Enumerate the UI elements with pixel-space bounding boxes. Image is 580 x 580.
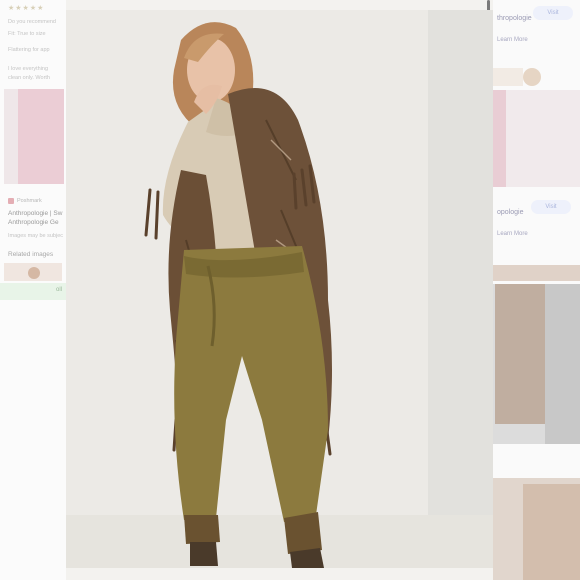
shawl-thumbnail[interactable] xyxy=(493,284,580,444)
related-images-heading: Related images xyxy=(8,251,54,258)
poshmark-icon xyxy=(8,198,14,204)
review-line: Fit: True to size xyxy=(8,31,46,37)
learn-more-link[interactable]: Learn More xyxy=(497,37,528,43)
result-thumbnail[interactable] xyxy=(493,90,580,187)
result-title[interactable]: opologie xyxy=(497,209,523,216)
shawl-thumbnail[interactable] xyxy=(493,478,580,580)
related-thumbnail[interactable] xyxy=(4,263,62,281)
green-action-bar[interactable]: oll xyxy=(0,283,66,300)
copyright-note: Images may be subjec xyxy=(8,233,64,239)
review-line: Do you recommend xyxy=(8,19,56,25)
source-title[interactable]: Anthropologie | Sw xyxy=(8,210,62,217)
review-line: clean only. Worth xyxy=(8,75,50,81)
rating-stars: ★★★★★ xyxy=(8,5,45,12)
result-title[interactable]: thropologie xyxy=(497,15,532,22)
related-thumbnail[interactable] xyxy=(493,265,580,281)
result-thumbnail[interactable] xyxy=(493,68,523,86)
right-results-panel: thropologie Visit Learn More opologie Vi… xyxy=(493,0,580,580)
source-name: Poshmark xyxy=(17,198,42,204)
result-thumbnail[interactable] xyxy=(4,89,64,184)
visit-button[interactable]: Visit xyxy=(533,6,573,20)
source-row[interactable]: Poshmark xyxy=(8,198,42,204)
review-line: I love everything xyxy=(8,66,49,72)
avatar xyxy=(523,68,541,86)
review-line: Flattering for app xyxy=(8,47,50,53)
source-title[interactable]: Anthropologie Ge xyxy=(8,219,59,226)
visit-button[interactable]: Visit xyxy=(531,200,571,214)
left-search-panel: ★★★★★ Do you recommend Fit: True to size… xyxy=(0,0,66,580)
product-image xyxy=(66,10,493,568)
learn-more-link[interactable]: Learn More xyxy=(497,231,528,237)
